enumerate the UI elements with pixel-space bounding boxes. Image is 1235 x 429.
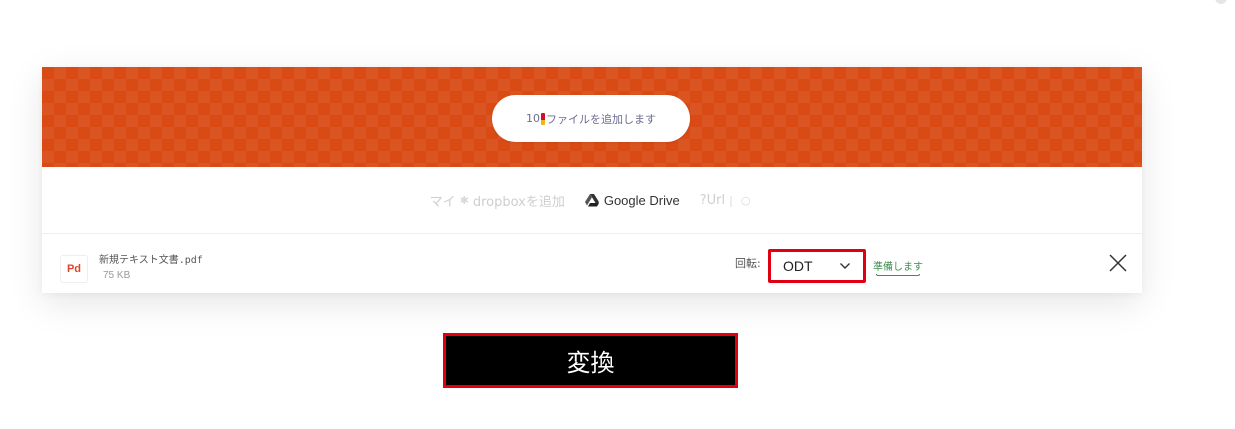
corner-decoration [1215,0,1227,4]
file-row: Pd 新規テキスト文書.pdf 75 KB 回転: ODT 準備します [42,233,1142,293]
source-my-device-label: マイ [429,194,456,210]
link-icon: | [729,193,733,207]
rotate-label: 回転: [735,257,761,270]
url-label: ?Url [699,192,726,208]
chevron-down-icon [840,263,850,269]
google-drive-icon [584,193,599,206]
source-my-device[interactable]: マイ ✱ dropboxを追加 [430,191,565,210]
file-size: 75 KB [103,270,131,281]
upload-sources: マイ ✱ dropboxを追加 Google Drive ?Url | ○ [42,167,1142,234]
output-format-value: ODT [783,258,813,274]
file-add-icon [541,112,545,125]
add-files-button[interactable]: 10 ファイルを追加します [492,95,690,142]
file-dropzone[interactable]: 10 ファイルを追加します [42,67,1142,167]
source-google-drive[interactable]: Google Drive [584,192,680,208]
add-files-label: ファイルを追加します [546,112,656,126]
source-dropbox-label: dropboxを追加 [472,194,565,210]
convert-button[interactable]: 変換 [443,333,738,388]
file-name: 新規テキスト文書.pdf [99,255,203,266]
output-format-select[interactable]: ODT [768,249,866,283]
converter-panel: 10 ファイルを追加します マイ ✱ dropboxを追加 Google Dri… [42,67,1142,293]
source-url[interactable]: ?Url | ○ [700,193,755,208]
add-files-prefix: 10 [526,112,540,125]
page: 10 ファイルを追加します マイ ✱ dropboxを追加 Google Dri… [0,0,1235,429]
google-drive-label: Google Drive [603,192,680,208]
pdf-file-icon: Pd [60,255,88,283]
file-status: 準備します [873,262,923,273]
close-icon[interactable] [1109,254,1127,272]
circle-icon: ○ [740,193,751,207]
star-icon: ✱ [459,193,469,207]
status-underline [876,274,920,276]
